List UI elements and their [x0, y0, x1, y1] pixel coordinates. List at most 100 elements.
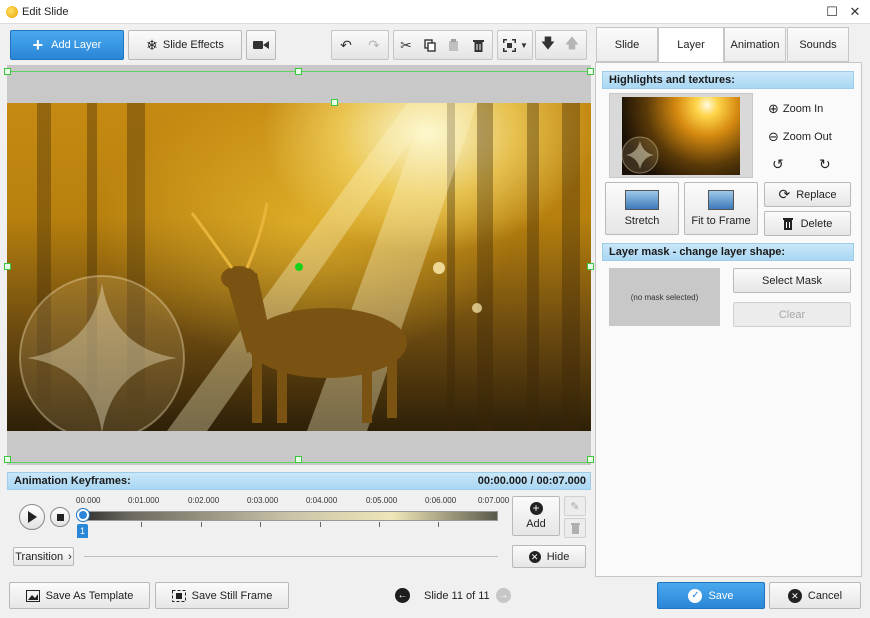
- play-button[interactable]: [19, 504, 45, 530]
- slide-canvas[interactable]: [4, 65, 594, 465]
- resize-handle[interactable]: [295, 456, 302, 463]
- edit-group: ✂: [393, 30, 493, 60]
- snowflake-icon: ❄: [146, 36, 158, 53]
- slide-counter: Slide 11 of 11: [424, 590, 490, 602]
- resize-handle[interactable]: [4, 456, 11, 463]
- move-up-icon[interactable]: 🡅: [560, 31, 584, 59]
- save-still-frame-button[interactable]: Save Still Frame: [155, 582, 289, 609]
- tab-label: Sounds: [799, 38, 837, 51]
- title-bar: Edit Slide ☐ ✕: [0, 0, 870, 24]
- fit-to-frame-button[interactable]: Fit to Frame: [684, 182, 758, 235]
- layer-thumbnail[interactable]: [622, 97, 740, 175]
- chevron-right-icon: ›: [68, 550, 72, 563]
- resize-handle[interactable]: [587, 263, 594, 270]
- zoom-in-label: Zoom In: [782, 103, 824, 115]
- close-icon[interactable]: ✕: [843, 3, 867, 21]
- playhead[interactable]: [77, 509, 89, 521]
- select-mask-button[interactable]: Select Mask: [733, 268, 851, 293]
- trash-icon: [570, 522, 580, 534]
- cancel-button[interactable]: ✕ Cancel: [769, 582, 861, 609]
- tick-label: 0:05.000: [366, 496, 398, 505]
- delete-button[interactable]: Delete: [764, 211, 851, 236]
- rotate-left-icon[interactable]: ↺: [772, 156, 784, 173]
- stop-button[interactable]: [50, 507, 70, 527]
- redo-icon[interactable]: ↷: [360, 31, 388, 59]
- tab-slide[interactable]: Slide: [596, 27, 658, 62]
- cancel-circle-icon: ✕: [787, 588, 802, 603]
- save-button[interactable]: ✓ Save: [657, 582, 765, 609]
- tick-mark: [438, 522, 439, 527]
- replace-button[interactable]: ⟳ Replace: [764, 182, 851, 207]
- slide-effects-button[interactable]: ❄ Slide Effects: [128, 30, 242, 60]
- rotate-right-icon[interactable]: ↻: [819, 156, 831, 173]
- add-keyframe-label: Add: [526, 518, 546, 530]
- highlights-header: Highlights and textures:: [602, 71, 854, 89]
- edit-keyframe-button[interactable]: ✎: [564, 496, 586, 516]
- layer-mask-header: Layer mask - change layer shape:: [602, 243, 854, 261]
- fit-dropdown[interactable]: ▼: [497, 30, 533, 60]
- tick-label: 0:04.000: [306, 496, 338, 505]
- paste-icon[interactable]: [442, 31, 466, 59]
- keyframe-marker[interactable]: 1: [77, 524, 88, 538]
- save-still-frame-label: Save Still Frame: [191, 589, 273, 602]
- time-separator: /: [530, 475, 534, 487]
- layer-thumbnail-frame: [609, 93, 753, 178]
- tick-mark: [201, 522, 202, 527]
- clear-mask-label: Clear: [778, 308, 806, 321]
- transition-button[interactable]: Transition ›: [13, 547, 74, 566]
- resize-handle[interactable]: [4, 263, 11, 270]
- delete-keyframe-button[interactable]: [564, 518, 586, 538]
- expand-icon: [498, 31, 520, 59]
- transition-label: Transition: [15, 550, 64, 563]
- undo-icon[interactable]: ↶: [332, 31, 360, 59]
- cut-icon[interactable]: ✂: [394, 31, 418, 59]
- tab-layer[interactable]: Layer: [658, 27, 724, 63]
- tick-mark: [260, 522, 261, 527]
- move-down-icon[interactable]: 🡇: [536, 31, 560, 59]
- tick-mark: [320, 522, 321, 527]
- trash-icon: [782, 217, 793, 230]
- keyframes-title: Animation Keyframes:: [14, 475, 131, 487]
- close-circle-icon: ✕: [528, 550, 541, 563]
- tab-sounds[interactable]: Sounds: [787, 27, 849, 62]
- resize-handle[interactable]: [4, 68, 11, 75]
- camera-button[interactable]: [246, 30, 276, 60]
- center-point-handle[interactable]: [295, 263, 303, 271]
- hide-button[interactable]: ✕ Hide: [512, 545, 586, 568]
- tick-label: 0:03.000: [247, 496, 279, 505]
- save-as-template-button[interactable]: Save As Template: [9, 582, 150, 609]
- stretch-button[interactable]: Stretch: [605, 182, 679, 235]
- trash-icon[interactable]: [466, 31, 490, 59]
- plus-circle-icon: +: [529, 502, 543, 515]
- add-layer-button[interactable]: + Add Layer: [10, 30, 124, 60]
- rotate-handle[interactable]: [331, 99, 338, 106]
- app-logo-icon: [6, 6, 18, 18]
- video-camera-icon: [253, 41, 269, 49]
- maximize-icon[interactable]: ☐: [820, 3, 844, 21]
- zoom-in-button[interactable]: ⊕ Zoom In: [768, 101, 823, 117]
- save-as-template-label: Save As Template: [45, 589, 134, 602]
- tick-label: 0:06.000: [425, 496, 457, 505]
- plus-icon: +: [32, 35, 44, 55]
- timeline-track[interactable]: [80, 511, 498, 521]
- play-icon: [28, 511, 37, 523]
- add-keyframe-button[interactable]: + Add: [512, 496, 560, 536]
- fit-to-frame-label: Fit to Frame: [691, 215, 751, 227]
- next-slide-icon[interactable]: →: [496, 588, 511, 603]
- resize-handle[interactable]: [295, 68, 302, 75]
- total-time: 00:07.000: [536, 475, 586, 487]
- stretch-label: Stretch: [624, 215, 660, 227]
- tick-label: 0:07.000: [478, 496, 510, 505]
- resize-handle[interactable]: [587, 68, 594, 75]
- tab-label: Animation: [730, 38, 780, 51]
- zoom-out-button[interactable]: ⊖ Zoom Out: [768, 129, 832, 145]
- clear-mask-button[interactable]: Clear: [733, 302, 851, 327]
- tab-animation[interactable]: Animation: [724, 27, 786, 62]
- copy-icon[interactable]: [418, 31, 442, 59]
- tab-label: Layer: [677, 39, 705, 51]
- zoom-out-icon: ⊖: [768, 129, 779, 144]
- previous-slide-icon[interactable]: ←: [395, 588, 410, 603]
- fit-frame-icon: [708, 190, 734, 210]
- resize-handle[interactable]: [587, 456, 594, 463]
- window-title: Edit Slide: [22, 6, 69, 18]
